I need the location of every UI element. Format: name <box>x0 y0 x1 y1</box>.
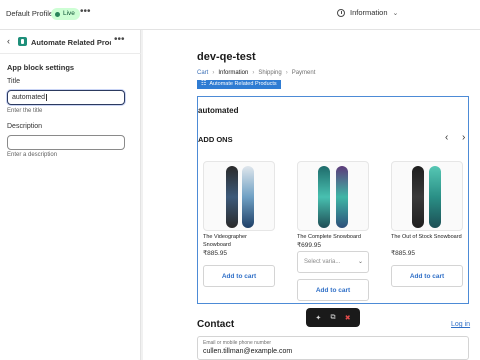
top-bar: Default Profile Live ••• Information ⌄ <box>0 0 480 30</box>
title-input-value: automated <box>12 94 46 101</box>
live-dot-icon <box>55 11 60 17</box>
live-badge: Live <box>51 8 80 20</box>
description-label: Description <box>7 123 43 130</box>
breadcrumb-information: Information <box>218 70 249 76</box>
login-link[interactable]: Log in <box>451 321 470 328</box>
title-label: Title <box>7 78 20 85</box>
add-to-cart-button[interactable]: Add to cart <box>203 265 275 287</box>
product-price: ₹885.95 <box>203 250 228 257</box>
breadcrumb-separator: › <box>212 70 215 76</box>
snowboard-image <box>226 166 238 228</box>
theme-preview: dev-qe-test Cart › Information › Shippin… <box>143 30 480 360</box>
snowboard-image <box>318 166 330 228</box>
app-block-badge[interactable]: ☷ Automate Related Products <box>197 80 281 89</box>
block-heading: automated <box>198 106 239 115</box>
description-input[interactable] <box>7 135 125 150</box>
carousel-next-button[interactable]: › <box>462 132 465 143</box>
snowboard-image <box>242 166 254 228</box>
sidebar-header: ‹ Automate Related Prod... ••• <box>0 30 141 54</box>
product-image[interactable] <box>391 161 463 231</box>
product-image[interactable] <box>297 161 369 231</box>
app-badge-label: Automate Related Products <box>209 81 277 87</box>
contact-heading: Contact <box>197 319 235 330</box>
chevron-down-icon: ⌄ <box>392 9 399 17</box>
variant-select-label: Select varia... <box>304 259 341 265</box>
variant-select[interactable]: Select varia... ⌄ <box>297 251 369 273</box>
add-to-cart-button[interactable]: Add to cart <box>391 265 463 287</box>
text-cursor <box>46 94 48 101</box>
live-badge-label: Live <box>63 10 75 17</box>
title-input[interactable]: automated <box>7 90 125 105</box>
product-name[interactable]: The Out of Stock Snowboard <box>391 233 463 241</box>
app-icon <box>18 37 27 46</box>
block-icon: ☷ <box>201 81 207 87</box>
chevron-down-icon: ⌄ <box>357 259 363 265</box>
add-to-cart-button[interactable]: Add to cart <box>297 279 369 301</box>
breadcrumb-payment: Payment <box>291 70 316 76</box>
app-block[interactable]: automated ADD ONS ‹ › The Videographer S… <box>197 96 469 304</box>
back-button[interactable]: ‹ <box>7 36 10 46</box>
product-price: ₹699.95 <box>297 242 322 249</box>
breadcrumb-separator: › <box>285 70 288 76</box>
product-price: ₹885.95 <box>391 250 416 257</box>
info-icon <box>337 8 345 17</box>
breadcrumb: Cart › Information › Shipping › Payment <box>197 70 315 76</box>
carousel-prev-button[interactable]: ‹ <box>445 132 448 143</box>
title-hint: Enter the title <box>7 108 43 114</box>
page-selector-label: Information <box>350 8 388 17</box>
app-block-title: Automate Related Prod... <box>31 38 111 47</box>
delete-icon[interactable]: ✖ <box>343 313 353 323</box>
more-actions-button[interactable]: ••• <box>80 6 91 17</box>
block-toolbar: ✦ ⧉ ✖ <box>306 308 360 327</box>
snowboard-image <box>412 166 424 228</box>
product-name[interactable]: The Videographer Snowboard <box>203 233 275 249</box>
section-title: App block settings <box>7 63 75 72</box>
breadcrumb-separator: › <box>252 70 255 76</box>
breadcrumb-shipping: Shipping <box>258 70 282 76</box>
email-field-label: Email or mobile phone number <box>203 340 272 346</box>
settings-sidebar: ‹ Automate Related Prod... ••• App block… <box>0 30 141 360</box>
product-image[interactable] <box>203 161 275 231</box>
product-name[interactable]: The Complete Snowboard <box>297 233 369 241</box>
profile-name[interactable]: Default Profile <box>6 9 53 18</box>
snowboard-image <box>336 166 348 228</box>
breadcrumb-cart[interactable]: Cart <box>197 70 208 76</box>
snowboard-image <box>429 166 441 228</box>
email-field-value: cullen.tillman@example.com <box>203 348 293 355</box>
page-selector[interactable]: Information ⌄ <box>337 8 398 17</box>
description-hint: Enter a description <box>7 152 58 158</box>
magic-wand-icon[interactable]: ✦ <box>313 313 323 323</box>
store-name: dev-qe-test <box>197 51 256 63</box>
email-field[interactable]: Email or mobile phone number cullen.till… <box>197 336 469 360</box>
addons-title: ADD ONS <box>198 135 233 144</box>
block-more-button[interactable]: ••• <box>114 34 125 45</box>
duplicate-icon[interactable]: ⧉ <box>328 313 338 323</box>
